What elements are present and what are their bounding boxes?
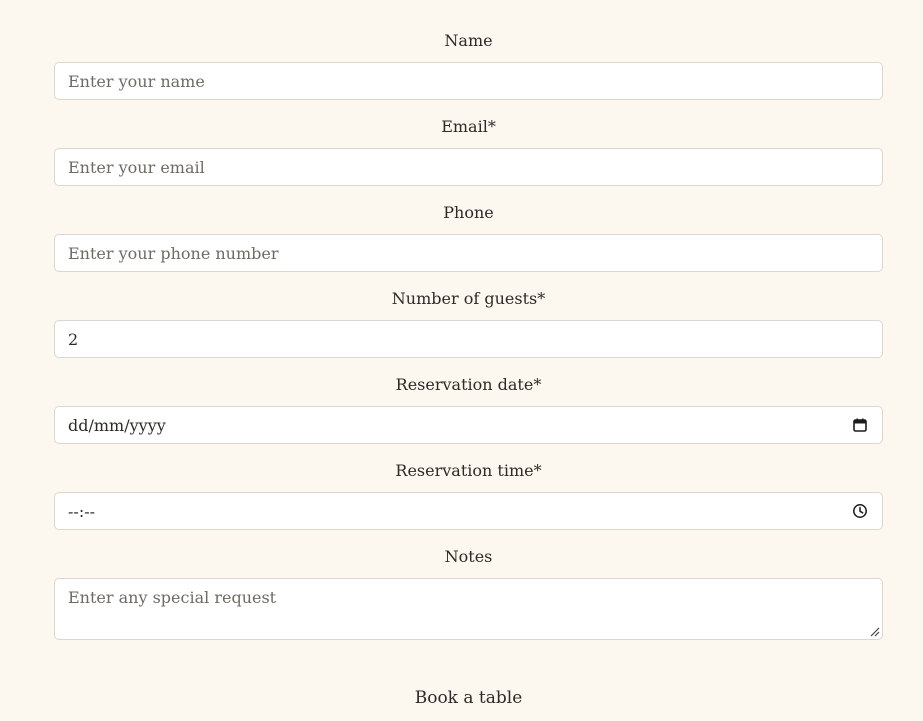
notes-label: Notes xyxy=(444,547,493,566)
notes-placeholder: Enter any special request xyxy=(68,588,277,607)
email-input[interactable]: Enter your email xyxy=(54,148,883,186)
time-input[interactable]: --:-- xyxy=(54,492,883,530)
date-value: dd/mm/yyyy xyxy=(68,416,166,435)
email-placeholder: Enter your email xyxy=(68,158,205,177)
guests-value: 2 xyxy=(68,330,79,349)
time-value: --:-- xyxy=(68,502,96,521)
date-label: Reservation date* xyxy=(395,375,542,394)
resize-handle-icon[interactable] xyxy=(868,625,880,637)
reservation-form: Name Enter your name Email* Enter your e… xyxy=(0,0,923,721)
clock-icon[interactable] xyxy=(852,503,868,519)
name-label: Name xyxy=(444,31,493,50)
guests-input[interactable]: 2 xyxy=(54,320,883,358)
phone-input[interactable]: Enter your phone number xyxy=(54,234,883,272)
calendar-icon[interactable] xyxy=(852,417,868,433)
phone-label: Phone xyxy=(443,203,494,222)
name-placeholder: Enter your name xyxy=(68,72,205,91)
name-input[interactable]: Enter your name xyxy=(54,62,883,100)
email-label: Email* xyxy=(441,117,496,136)
date-input[interactable]: dd/mm/yyyy xyxy=(54,406,883,444)
notes-textarea[interactable]: Enter any special request xyxy=(54,578,883,640)
guests-label: Number of guests* xyxy=(391,289,546,308)
book-table-button[interactable]: Book a table xyxy=(54,688,883,708)
phone-placeholder: Enter your phone number xyxy=(68,244,279,263)
time-label: Reservation time* xyxy=(395,461,542,480)
